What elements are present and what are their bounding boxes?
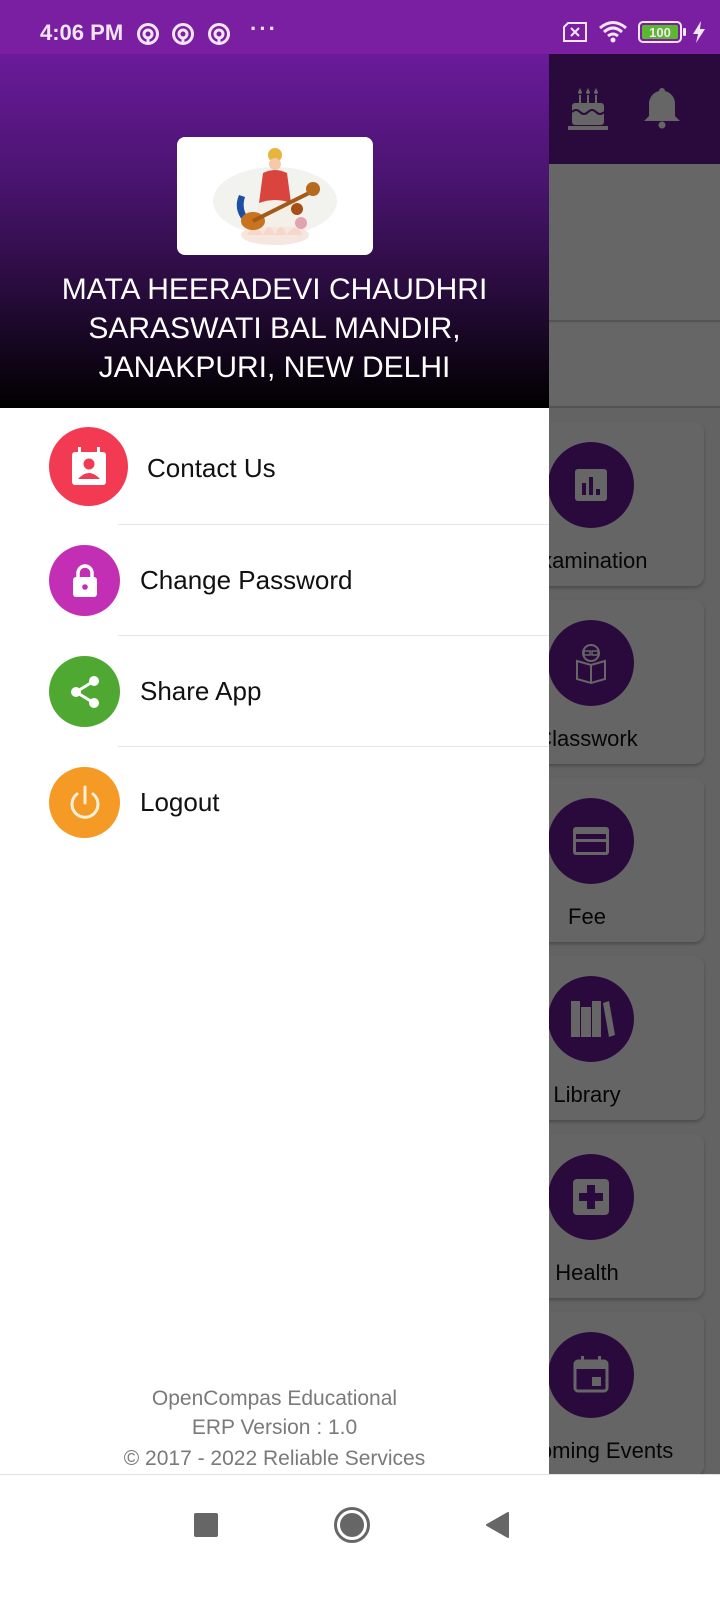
school-name: MATA HEERADEVI CHAUDHRI SARASWATI BAL MA… (10, 270, 539, 387)
wifi-icon (599, 21, 627, 43)
menu-item-contact-us[interactable]: Contact Us (0, 408, 549, 525)
status-bar: 4:06 PM ··· 100 (0, 0, 720, 54)
more-notifications-indicator: ··· (250, 16, 278, 41)
menu-item-label: Contact Us (147, 453, 276, 483)
back-icon (486, 1512, 509, 1538)
navigation-drawer: MATA HEERADEVI CHAUDHRI SARASWATI BAL MA… (0, 54, 549, 1474)
saraswati-logo-image (213, 148, 337, 245)
app-notification-icon (172, 23, 194, 45)
power-icon (70, 785, 99, 819)
footer-copyright: © 2017 - 2022 Reliable Services (123, 1447, 426, 1470)
lock-icon (72, 563, 97, 597)
charging-icon (693, 21, 705, 43)
contact-icon-circle (49, 427, 128, 506)
school-name-line: JANAKPURI, NEW DELHI (98, 351, 451, 384)
status-time: 4:06 PM (40, 20, 124, 45)
share-icon (70, 675, 99, 708)
footer-product-name: OpenCompas Educational (151, 1387, 398, 1410)
school-logo (177, 137, 373, 255)
school-name-line: SARASWATI BAL MANDIR, (88, 312, 461, 345)
lock-icon-circle (49, 545, 120, 616)
footer-version: ERP Version : 1.0 (191, 1416, 358, 1439)
menu-item-logout[interactable]: Logout (0, 747, 549, 858)
no-sim-icon (563, 22, 587, 42)
power-icon-circle (49, 767, 120, 838)
home-button[interactable] (332, 1505, 372, 1545)
school-name-line: MATA HEERADEVI CHAUDHRI (61, 273, 488, 306)
menu-item-label: Share App (140, 676, 262, 706)
system-navigation-bar (0, 1474, 720, 1600)
status-right-icons: 100 (562, 20, 706, 44)
contact-icon (71, 446, 106, 485)
home-icon (334, 1507, 370, 1543)
battery-level: 100 (649, 24, 671, 40)
battery-icon: 100 (638, 21, 686, 43)
drawer-header: MATA HEERADEVI CHAUDHRI SARASWATI BAL MA… (0, 54, 549, 408)
app-notification-icon (137, 23, 159, 45)
back-button[interactable] (477, 1505, 517, 1545)
menu-item-label: Change Password (140, 565, 353, 595)
menu-item-change-password[interactable]: Change Password (0, 525, 549, 636)
share-icon-circle (49, 656, 120, 727)
menu-item-share-app[interactable]: Share App (0, 636, 549, 747)
recents-icon (194, 1513, 218, 1537)
recents-button[interactable] (186, 1505, 226, 1545)
app-notification-icon (208, 23, 230, 45)
menu-item-label: Logout (140, 787, 220, 817)
drawer-menu: Contact Us Change Password Share App Log… (0, 408, 549, 858)
